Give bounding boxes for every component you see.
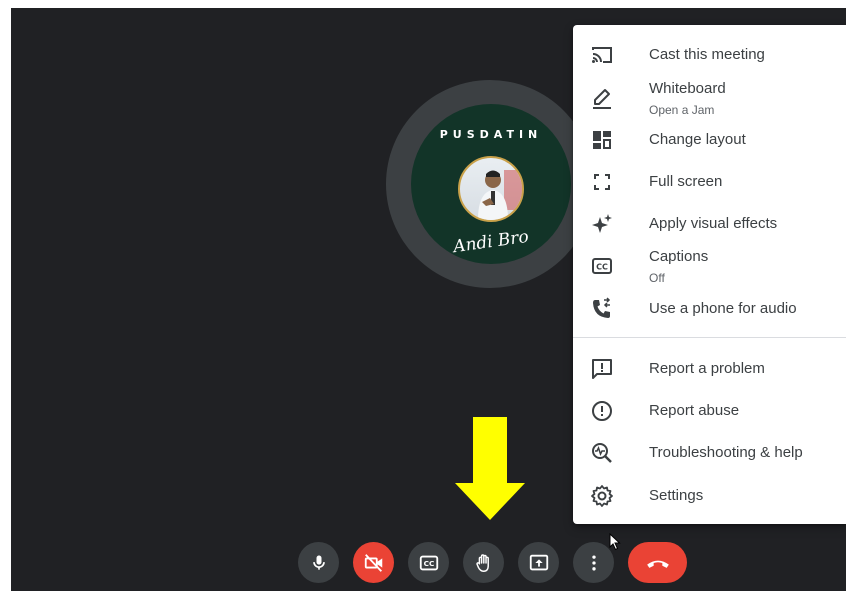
menu-item-label: Troubleshooting & help — [649, 444, 803, 461]
menu-item-phone-audio[interactable]: Use a phone for audio — [573, 288, 846, 330]
menu-item-label: Cast this meeting — [649, 46, 765, 63]
menu-item-report-abuse[interactable]: Report abuse — [573, 390, 846, 432]
troubleshoot-icon — [592, 443, 612, 463]
present-screen-button[interactable] — [518, 542, 559, 583]
menu-item-change-layout[interactable]: Change layout — [573, 119, 846, 161]
menu-item-whiteboard[interactable]: Whiteboard Open a Jam — [573, 77, 846, 121]
feedback-icon — [592, 359, 612, 379]
menu-item-settings[interactable]: Settings — [573, 475, 846, 517]
cast-icon — [592, 47, 612, 63]
raise-hand-button[interactable] — [463, 542, 504, 583]
camera-off-icon — [364, 553, 382, 572]
menu-item-sublabel: Off — [649, 271, 665, 285]
menu-item-label: Full screen — [649, 173, 723, 190]
menu-item-label: Settings — [649, 487, 704, 504]
more-options-icon — [591, 555, 596, 570]
mouse-cursor-icon — [609, 533, 621, 551]
menu-item-cast-meeting[interactable]: Cast this meeting — [573, 34, 846, 76]
microphone-button[interactable] — [298, 542, 339, 583]
avatar-banner-text: PUSDATIN — [439, 128, 543, 141]
svg-text:CC: CC — [596, 263, 608, 272]
camera-toggle-button[interactable] — [353, 542, 394, 583]
menu-item-report-problem[interactable]: Report a problem — [573, 348, 846, 390]
end-call-icon — [646, 560, 669, 568]
sparkle-icon — [592, 214, 612, 233]
report-icon — [592, 401, 612, 421]
yellow-arrow-icon — [455, 417, 525, 520]
person-photo-icon — [478, 170, 522, 220]
captions-icon: CC — [592, 258, 612, 274]
menu-item-label: Report a problem — [649, 360, 765, 377]
menu-item-full-screen[interactable]: Full screen — [573, 161, 846, 203]
layout-icon — [593, 131, 611, 149]
menu-item-visual-effects[interactable]: Apply visual effects — [573, 203, 846, 245]
menu-item-label: Use a phone for audio — [649, 300, 797, 317]
captions-button[interactable]: CC — [408, 542, 449, 583]
settings-icon — [591, 485, 613, 507]
menu-item-label: Captions — [649, 248, 709, 265]
menu-item-sublabel: Open a Jam — [649, 103, 715, 117]
avatar-photo — [458, 156, 524, 222]
raise-hand-icon — [475, 553, 489, 572]
menu-item-label: Whiteboard — [649, 80, 726, 97]
svg-text:CC: CC — [423, 559, 434, 568]
more-options-button[interactable] — [573, 542, 614, 583]
menu-item-captions[interactable]: CC Captions Off — [573, 245, 846, 289]
participant-avatar: PUSDATIN Andi Bro — [411, 104, 571, 264]
present-screen-icon — [529, 554, 548, 570]
menu-item-label: Change layout — [649, 131, 746, 148]
end-call-button[interactable] — [628, 542, 687, 583]
menu-item-label: Apply visual effects — [649, 215, 778, 232]
phone-icon — [593, 297, 611, 318]
menu-item-label: Report abuse — [649, 402, 740, 419]
menu-item-troubleshooting[interactable]: Troubleshooting & help — [573, 432, 846, 474]
menu-divider — [573, 337, 846, 338]
fullscreen-icon — [594, 174, 610, 190]
captions-icon: CC — [419, 555, 438, 570]
microphone-icon — [312, 555, 325, 570]
more-options-menu: Cast this meeting Whiteboard Open a Jam … — [573, 25, 846, 524]
pencil-icon — [593, 89, 611, 109]
